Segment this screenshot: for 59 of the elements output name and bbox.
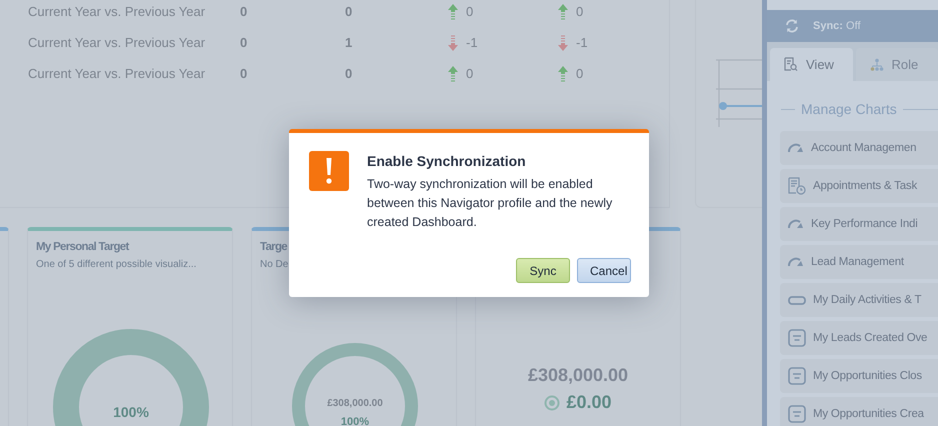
tab[interactable]: Role	[856, 48, 938, 81]
trend-value: -1	[576, 35, 588, 50]
hierarchy-icon	[870, 58, 884, 72]
list-icon	[788, 329, 806, 347]
row-label: Current Year vs. Previous Year	[28, 35, 206, 50]
down-arrow-icon	[448, 34, 458, 50]
list-icon	[788, 367, 806, 385]
document-search-icon	[784, 57, 798, 72]
card-title: My Personal Target	[36, 241, 130, 253]
chart-list-item[interactable]: Appointments & Task	[780, 169, 938, 203]
table-cell-text: 0	[240, 4, 248, 19]
ring-percent: 100%	[340, 416, 370, 426]
gauge-icon	[788, 257, 804, 267]
row-label: Current Year vs. Previous Year	[28, 66, 206, 81]
card-subtitle: One of 5 different possible visualiz...	[36, 259, 198, 270]
chart-list-item[interactable]: Account Managemen	[780, 131, 938, 165]
trend-value: -1	[466, 35, 478, 50]
cancel-button[interactable]: Cancel	[577, 258, 631, 283]
table-cell-text: 0	[240, 66, 248, 81]
bar-icon	[788, 296, 806, 304]
table-cell-text: 1	[345, 35, 354, 50]
gauge-icon	[788, 143, 804, 153]
trend-value: 0	[466, 4, 474, 19]
amount-value: £308,000.00	[526, 365, 630, 386]
target-value: £0.00	[566, 392, 612, 413]
up-arrow-icon	[558, 4, 568, 20]
table-cell-text: 0	[345, 66, 354, 81]
section-title: Manage Charts	[801, 101, 897, 117]
card-subtitle: No De	[260, 259, 290, 270]
target-icon	[544, 394, 560, 410]
ring-percent: 100%	[112, 404, 150, 420]
row-label: Current Year vs. Previous Year	[28, 4, 206, 19]
chart-list-item[interactable]: My Daily Activities & T	[780, 283, 938, 317]
dialog-message: Two-way synchronization will be enabled between this Navigator profile and the newly created Dashboard.	[367, 176, 614, 231]
down-arrow-icon	[558, 34, 568, 50]
sync-status: Sync: Off	[813, 20, 860, 32]
chart-list-item[interactable]: My Opportunities Clos	[780, 359, 938, 393]
up-arrow-icon	[448, 66, 458, 82]
gauge-icon	[788, 219, 804, 229]
up-arrow-icon	[448, 4, 458, 20]
chart-list-item[interactable]: My Opportunities Crea	[780, 397, 938, 426]
chart-list-item[interactable]: Lead Management	[780, 245, 938, 279]
sync-icon	[785, 19, 799, 33]
trend-value: 0	[576, 4, 584, 19]
warning-icon	[309, 151, 349, 191]
card-title: Targe	[260, 241, 288, 253]
table-cell-text: 0	[345, 4, 354, 19]
trend-value: 0	[576, 66, 584, 81]
up-arrow-icon	[558, 66, 568, 82]
tab[interactable]: View	[770, 48, 852, 81]
table-cell-text: 0	[240, 35, 248, 50]
dialog-title: Enable Synchronization	[367, 153, 527, 169]
ring-amount: £308,000.00	[326, 398, 384, 409]
document-clock-icon	[788, 177, 806, 195]
list-icon	[788, 405, 806, 423]
trend-value: 0	[466, 66, 474, 81]
chart-list-item[interactable]: Key Performance Indi	[780, 207, 938, 241]
sync-button[interactable]: Sync	[516, 258, 570, 283]
chart-list-item[interactable]: My Leads Created Ove	[780, 321, 938, 355]
